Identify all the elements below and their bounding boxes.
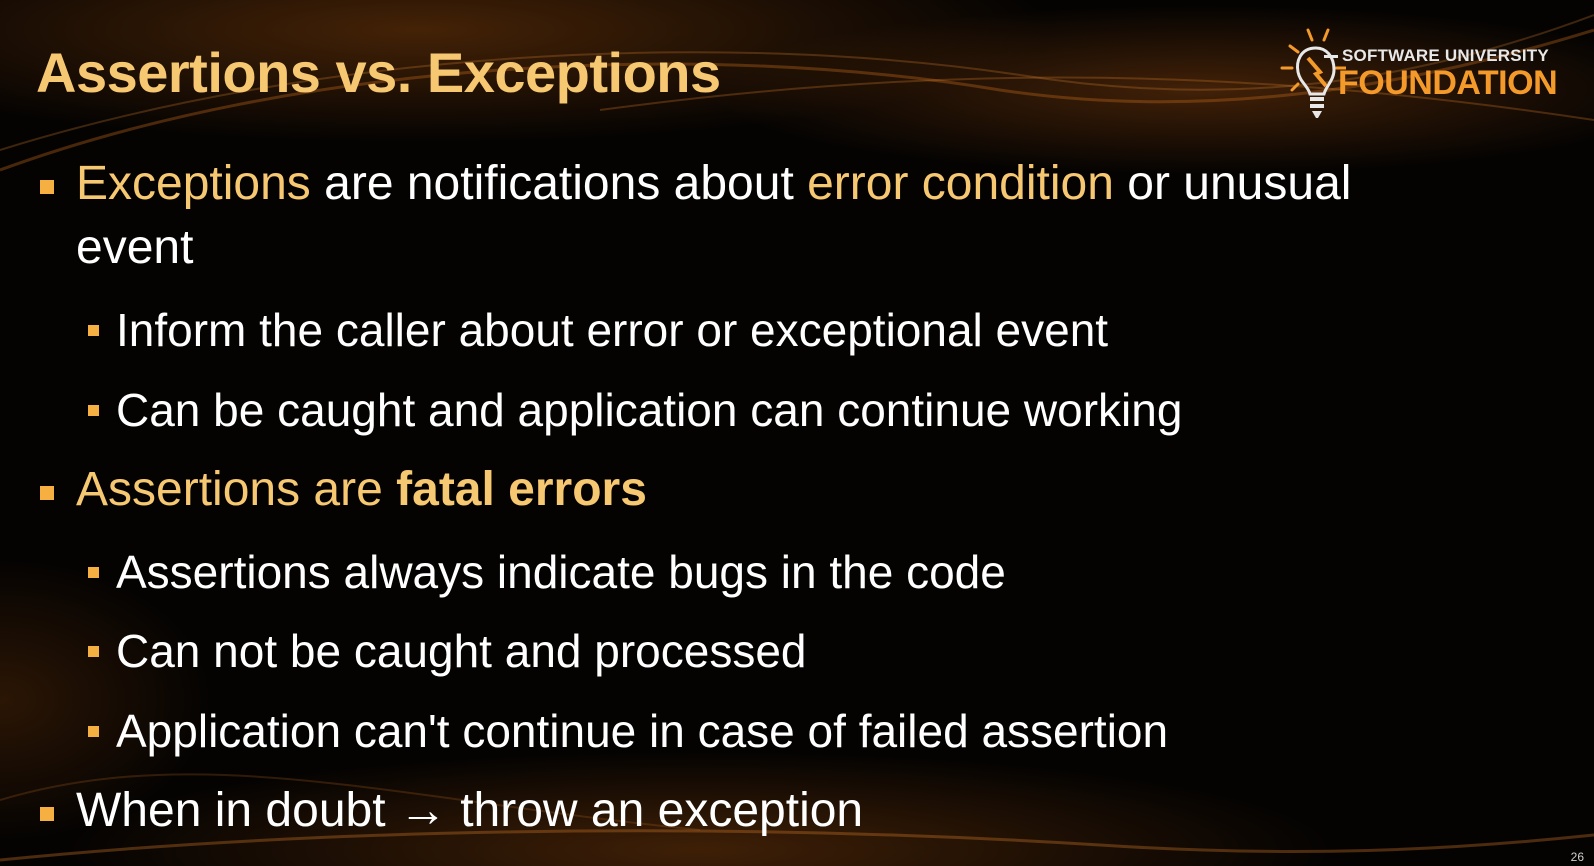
item-text: or unusual [1113, 157, 1352, 210]
highlight-text: Assertions are [76, 463, 397, 516]
square-bullet-icon [40, 180, 54, 194]
highlight-text: Exceptions [76, 157, 311, 210]
square-bullet-icon [88, 567, 99, 578]
page-number: 26 [1570, 850, 1584, 864]
list-item: Exceptions are notifications about error… [40, 156, 1352, 211]
arrow-right-icon: → [398, 784, 447, 837]
square-bullet-icon [40, 807, 54, 821]
square-bullet-icon [88, 325, 99, 336]
square-bullet-icon [88, 726, 99, 737]
item-text: Inform the caller about error or excepti… [116, 304, 1109, 356]
item-text: throw an exception [446, 784, 864, 837]
highlight-bold-text: fatal errors [396, 463, 647, 516]
square-bullet-icon [88, 646, 99, 657]
highlight-text: error condition [807, 157, 1114, 210]
list-item: Application can't continue in case of fa… [88, 704, 1169, 758]
item-text: Can be caught and application can contin… [116, 384, 1183, 436]
list-item: Assertions are fatal errors [40, 462, 647, 517]
list-item: Inform the caller about error or excepti… [88, 303, 1109, 357]
square-bullet-icon [88, 405, 99, 416]
item-text: Application can't continue in case of fa… [116, 705, 1169, 757]
list-item: Assertions always indicate bugs in the c… [88, 545, 1006, 599]
bullet-list: Exceptions are notifications about error… [0, 0, 1594, 866]
item-text: are notifications about [310, 157, 808, 210]
list-item: Can be caught and application can contin… [88, 383, 1183, 437]
list-item-continuation: event [76, 221, 194, 274]
list-item: Can not be caught and processed [88, 624, 807, 678]
square-bullet-icon [40, 486, 54, 500]
list-item: When in doubt → throw an exception [40, 783, 864, 838]
slide: Assertions vs. Exceptions SOFTWARE UNIVE… [0, 0, 1594, 866]
item-text: Can not be caught and processed [116, 625, 807, 677]
item-text: Assertions always indicate bugs in the c… [116, 546, 1006, 598]
item-text: When in doubt [76, 784, 399, 837]
